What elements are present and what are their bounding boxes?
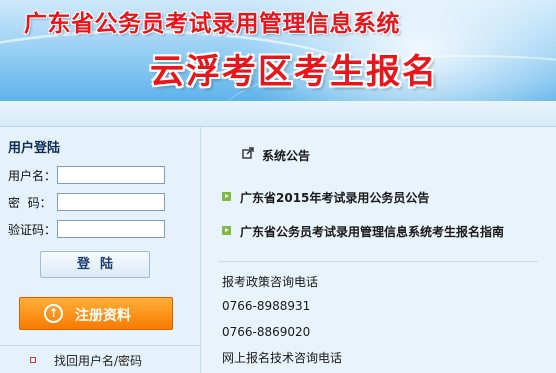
register-button[interactable]: ↑ 注册资料 (19, 297, 173, 330)
nav-strip (0, 101, 556, 127)
username-label: 用户名： (8, 169, 57, 183)
header-banner: 广东省公务员考试录用管理信息系统 云浮考区考生报名 (0, 0, 556, 101)
login-panel: 用户登陆 用户名： 密 码： 验证码： 登陆 ↑ 注册资料 找回用户名/密码 (0, 127, 201, 373)
notice-link-2[interactable]: 广东省公务员考试录用管理信息系统考生报名指南 (240, 223, 504, 240)
username-input[interactable] (57, 166, 165, 184)
captcha-label: 验证码： (8, 223, 57, 237)
policy-phone-1: 0766-8988931 (222, 299, 311, 313)
find-account-link[interactable]: 找回用户名/密码 (54, 352, 142, 369)
green-arrow-icon (222, 226, 231, 235)
login-button[interactable]: 登陆 (40, 251, 150, 278)
notice-panel: 系统公告 广东省2015年考试录用公务员公告 广东省公务员考试录用管理信息系统考… (201, 127, 556, 373)
panel-divider (0, 345, 200, 346)
register-button-label: 注册资料 (75, 308, 131, 324)
password-input[interactable] (57, 193, 165, 211)
bullet-icon (30, 357, 36, 363)
contact-divider (218, 261, 538, 262)
notice-link-1[interactable]: 广东省2015年考试录用公务员公告 (240, 189, 429, 206)
system-title: 广东省公务员考试录用管理信息系统 (24, 11, 400, 37)
captcha-input[interactable] (57, 220, 165, 238)
green-arrow-icon (222, 192, 231, 201)
policy-hotline-label: 报考政策咨询电话 (222, 275, 319, 289)
tech-hotline-label: 网上报名技术咨询电话 (222, 351, 343, 365)
district-title: 云浮考区考生报名 (150, 52, 438, 92)
upload-arrow-icon: ↑ (44, 304, 63, 323)
policy-phone-2: 0766-8869020 (222, 325, 311, 339)
notice-heading: 系统公告 (262, 149, 311, 163)
external-link-icon (242, 147, 254, 159)
password-label: 密 码： (8, 196, 52, 210)
login-title: 用户登陆 (8, 141, 61, 156)
